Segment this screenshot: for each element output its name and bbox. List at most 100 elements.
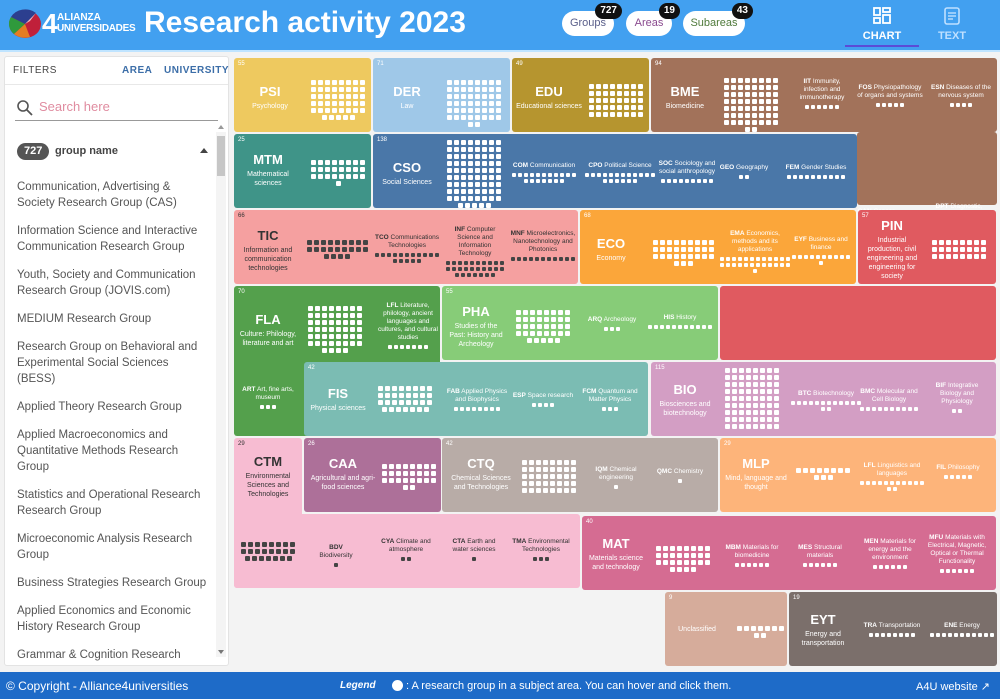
research-group-dot[interactable]	[724, 106, 729, 111]
research-group-dot[interactable]	[381, 253, 385, 257]
research-group-dot[interactable]	[529, 481, 534, 486]
research-group-dot[interactable]	[529, 488, 534, 493]
research-group-dot[interactable]	[885, 565, 889, 569]
research-group-dot[interactable]	[753, 403, 758, 408]
research-group-dot[interactable]	[353, 174, 358, 179]
research-group-dot[interactable]	[405, 253, 409, 257]
research-group-dot[interactable]	[875, 633, 879, 637]
research-group-dot[interactable]	[482, 80, 487, 85]
research-group-dot[interactable]	[589, 98, 594, 103]
research-group-dot[interactable]	[701, 247, 707, 252]
research-group-dot[interactable]	[958, 409, 962, 413]
research-group-dot[interactable]	[447, 182, 452, 187]
research-group-dot[interactable]	[750, 257, 754, 261]
research-group-dot[interactable]	[610, 105, 615, 110]
research-group-dot[interactable]	[603, 105, 608, 110]
research-group-dot[interactable]	[811, 175, 815, 179]
research-group-dot[interactable]	[767, 368, 772, 373]
research-group-dot[interactable]	[410, 464, 415, 469]
research-group-dot[interactable]	[464, 203, 470, 208]
research-group-dot[interactable]	[427, 386, 432, 391]
research-group-dot[interactable]	[732, 403, 737, 408]
research-group-dot[interactable]	[410, 485, 415, 490]
research-group-dot[interactable]	[461, 147, 466, 152]
research-group-dot[interactable]	[745, 78, 750, 83]
tab-text[interactable]: TEXT	[915, 4, 989, 46]
research-group-dot[interactable]	[482, 108, 487, 113]
research-group-dot[interactable]	[659, 240, 665, 245]
research-group-dot[interactable]	[255, 542, 260, 547]
research-group-dot[interactable]	[357, 341, 362, 346]
research-group-dot[interactable]	[932, 240, 937, 245]
research-group-dot[interactable]	[460, 407, 464, 411]
research-group-dot[interactable]	[739, 382, 744, 387]
research-group-dot[interactable]	[866, 407, 870, 411]
research-group-dot[interactable]	[417, 253, 421, 257]
subarea-esp[interactable]: ESP Space research	[510, 392, 576, 407]
research-group-dot[interactable]	[813, 475, 819, 480]
research-group-dot[interactable]	[974, 240, 979, 245]
research-group-dot[interactable]	[496, 189, 501, 194]
research-group-dot[interactable]	[403, 478, 408, 483]
research-group-dot[interactable]	[399, 400, 404, 405]
research-group-dot[interactable]	[346, 174, 351, 179]
subarea-bdv[interactable]: BDV Biodiversity	[312, 544, 360, 567]
research-group-dot[interactable]	[375, 253, 379, 257]
research-group-dot[interactable]	[753, 417, 758, 422]
subarea-com[interactable]: COM Communication	[511, 162, 577, 183]
research-group-dot[interactable]	[523, 317, 528, 322]
research-group-dot[interactable]	[759, 92, 764, 97]
research-group-dot[interactable]	[311, 174, 316, 179]
research-group-dot[interactable]	[389, 464, 394, 469]
research-group-dot[interactable]	[447, 94, 452, 99]
research-group-dot[interactable]	[639, 173, 643, 177]
research-group-dot[interactable]	[557, 467, 562, 472]
subarea-soc[interactable]: SOC Sociology and social anthropology	[653, 160, 721, 183]
research-group-dot[interactable]	[322, 334, 327, 339]
research-group-dot[interactable]	[553, 257, 557, 261]
research-group-dot[interactable]	[496, 161, 501, 166]
research-group-dot[interactable]	[557, 460, 562, 465]
research-group-dot[interactable]	[981, 254, 986, 259]
group-list-item[interactable]: Grammar & Cognition Research Group	[17, 647, 209, 662]
research-group-dot[interactable]	[482, 87, 487, 92]
research-group-dot[interactable]	[732, 389, 737, 394]
research-group-dot[interactable]	[489, 175, 494, 180]
research-group-dot[interactable]	[318, 160, 323, 165]
research-group-dot[interactable]	[435, 253, 439, 257]
research-group-dot[interactable]	[533, 557, 537, 561]
research-group-dot[interactable]	[908, 407, 912, 411]
research-group-dot[interactable]	[767, 410, 772, 415]
research-group-dot[interactable]	[406, 400, 411, 405]
area-tile-caa[interactable]: 26 CAA Agricultural and agri-food sciences	[304, 438, 441, 512]
research-group-dot[interactable]	[447, 196, 452, 201]
research-group-dot[interactable]	[461, 80, 466, 85]
area-tile-der[interactable]: 71 DER Law	[373, 58, 510, 132]
scroll-down-arrow-icon[interactable]	[218, 650, 224, 654]
research-group-dot[interactable]	[815, 563, 819, 567]
research-group-dot[interactable]	[517, 257, 521, 261]
research-group-dot[interactable]	[962, 475, 966, 479]
research-group-dot[interactable]	[738, 113, 743, 118]
research-group-dot[interactable]	[603, 173, 607, 177]
group-list-item[interactable]: Youth, Society and Communication Researc…	[17, 267, 209, 299]
research-group-dot[interactable]	[452, 267, 456, 271]
research-group-dot[interactable]	[357, 327, 362, 332]
research-group-dot[interactable]	[835, 105, 839, 109]
research-group-dot[interactable]	[318, 167, 323, 172]
research-group-dot[interactable]	[732, 424, 737, 429]
research-group-dot[interactable]	[560, 173, 564, 177]
research-group-dot[interactable]	[746, 375, 751, 380]
research-group-dot[interactable]	[731, 106, 736, 111]
research-group-dot[interactable]	[406, 393, 411, 398]
research-group-dot[interactable]	[939, 247, 944, 252]
research-group-dot[interactable]	[446, 261, 450, 265]
research-group-dot[interactable]	[524, 173, 528, 177]
research-group-dot[interactable]	[427, 400, 432, 405]
research-group-dot[interactable]	[403, 464, 408, 469]
research-group-dot[interactable]	[523, 310, 528, 315]
research-group-dot[interactable]	[869, 633, 873, 637]
research-group-dot[interactable]	[494, 261, 498, 265]
research-group-dot[interactable]	[773, 120, 778, 125]
research-group-dot[interactable]	[461, 108, 466, 113]
